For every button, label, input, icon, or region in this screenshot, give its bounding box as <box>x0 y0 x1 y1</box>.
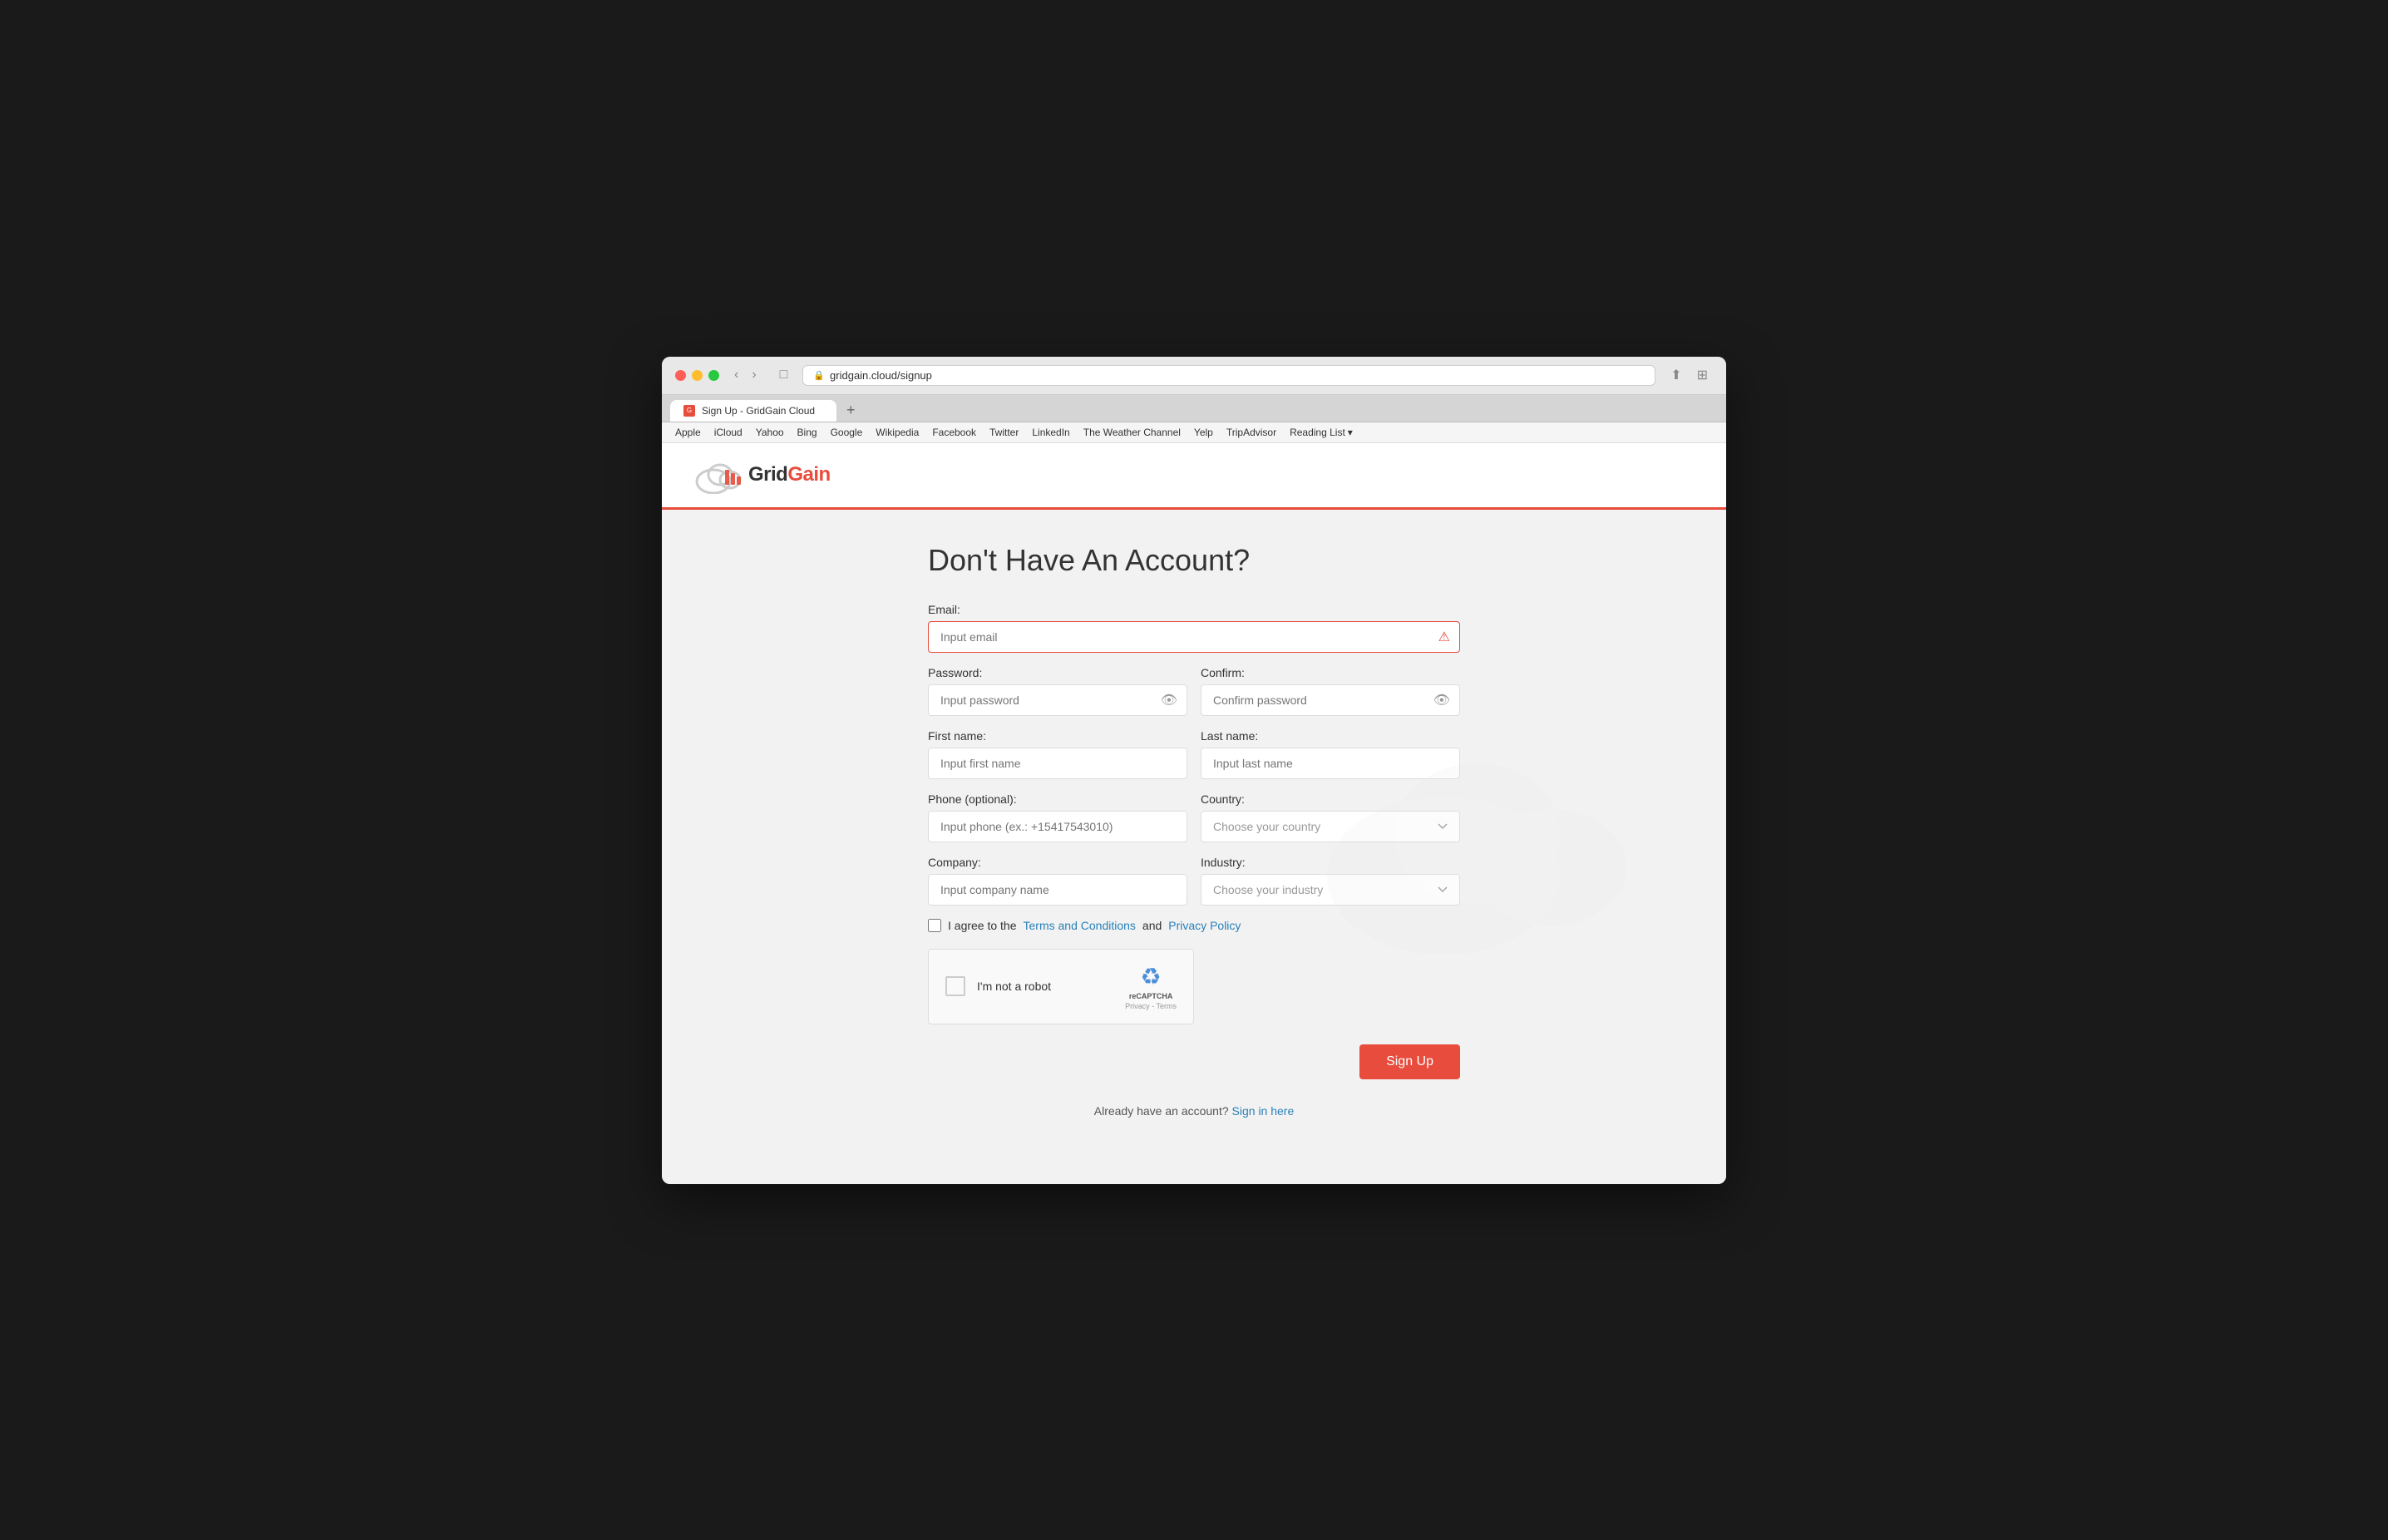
bookmarks-bar: Apple iCloud Yahoo Bing Google Wikipedia… <box>662 422 1726 443</box>
recaptcha-left: I'm not a robot <box>945 976 1051 996</box>
confirm-input-wrapper: 👁 <box>1201 684 1460 716</box>
share-button[interactable]: ⬆ <box>1665 365 1686 385</box>
traffic-lights <box>675 370 719 381</box>
firstname-col: First name: <box>928 729 1187 779</box>
bookmark-apple[interactable]: Apple <box>675 427 701 438</box>
confirm-input[interactable] <box>1201 684 1460 716</box>
terms-prefix-text: I agree to the <box>948 919 1017 932</box>
password-toggle-icon[interactable]: 👁 <box>1161 692 1177 708</box>
company-label: Company: <box>928 856 1187 869</box>
bookmark-google[interactable]: Google <box>831 427 863 438</box>
bookmark-yahoo[interactable]: Yahoo <box>756 427 784 438</box>
active-tab[interactable]: G Sign Up - GridGain Cloud <box>670 400 836 422</box>
add-tab-button[interactable]: + <box>840 402 862 419</box>
chevron-down-icon: ▾ <box>1348 427 1353 438</box>
company-input[interactable] <box>928 874 1187 906</box>
main-content: Don't Have An Account? Email: ⚠ Password… <box>911 543 1477 1151</box>
bookmark-weather[interactable]: The Weather Channel <box>1083 427 1181 438</box>
lock-icon: 🔒 <box>813 370 825 381</box>
phone-label: Phone (optional): <box>928 792 1187 806</box>
password-row: Password: 👁 Confirm: 👁 <box>928 666 1460 716</box>
terms-checkbox[interactable] <box>928 919 941 932</box>
terms-conditions-link[interactable]: Terms and Conditions <box>1024 919 1136 932</box>
signin-text: Already have an account? <box>1094 1104 1229 1118</box>
bookmark-yelp[interactable]: Yelp <box>1194 427 1213 438</box>
phone-country-row: Phone (optional): Country: Choose your c… <box>928 792 1460 842</box>
industry-select[interactable]: Choose your industry <box>1201 874 1460 906</box>
sign-up-button[interactable]: Sign Up <box>1359 1044 1460 1079</box>
logo: GridGain <box>695 457 1693 494</box>
recaptcha-label: I'm not a robot <box>977 980 1051 993</box>
email-input[interactable] <box>928 621 1460 653</box>
sidebar-button[interactable]: □ <box>775 366 793 384</box>
close-button[interactable] <box>675 370 686 381</box>
recaptcha-widget[interactable]: I'm not a robot ♻ reCAPTCHA Privacy - Te… <box>928 949 1194 1024</box>
recaptcha-icon: ♻ <box>1141 963 1162 990</box>
minimize-button[interactable] <box>692 370 703 381</box>
email-error-icon: ⚠ <box>1438 629 1450 645</box>
password-col: Password: 👁 <box>928 666 1187 716</box>
back-button[interactable]: ‹ <box>729 366 743 384</box>
forward-button[interactable]: › <box>747 366 761 384</box>
phone-input[interactable] <box>928 811 1187 842</box>
industry-col: Industry: Choose your industry <box>1201 856 1460 906</box>
recaptcha-brand-text: reCAPTCHA <box>1129 992 1173 1000</box>
company-industry-row: Company: Industry: Choose your industry <box>928 856 1460 906</box>
site-header: GridGain <box>662 443 1726 510</box>
email-label: Email: <box>928 603 1460 616</box>
bookmark-wikipedia[interactable]: Wikipedia <box>876 427 919 438</box>
tab-bar: G Sign Up - GridGain Cloud + <box>662 395 1726 422</box>
confirm-label: Confirm: <box>1201 666 1460 679</box>
country-select[interactable]: Choose your country <box>1201 811 1460 842</box>
recaptcha-logo: ♻ reCAPTCHA Privacy - Terms <box>1125 963 1177 1010</box>
firstname-label: First name: <box>928 729 1187 743</box>
industry-label: Industry: <box>1201 856 1460 869</box>
name-row: First name: Last name: <box>928 729 1460 779</box>
tab-title: Sign Up - GridGain Cloud <box>702 405 823 417</box>
privacy-policy-link[interactable]: Privacy Policy <box>1168 919 1241 932</box>
confirm-col: Confirm: 👁 <box>1201 666 1460 716</box>
signin-link[interactable]: Sign in here <box>1232 1104 1295 1118</box>
bookmark-twitter[interactable]: Twitter <box>989 427 1019 438</box>
submit-row: Sign Up <box>928 1044 1460 1079</box>
password-input-wrapper: 👁 <box>928 684 1187 716</box>
tab-favicon: G <box>683 405 695 417</box>
password-label: Password: <box>928 666 1187 679</box>
firstname-input[interactable] <box>928 748 1187 779</box>
password-input[interactable] <box>928 684 1187 716</box>
bookmark-linkedin[interactable]: LinkedIn <box>1032 427 1069 438</box>
maximize-button[interactable] <box>708 370 719 381</box>
bookmark-bing[interactable]: Bing <box>797 427 817 438</box>
lastname-col: Last name: <box>1201 729 1460 779</box>
email-group: Email: ⚠ <box>928 603 1460 653</box>
url-bar[interactable]: 🔒 gridgain.cloud/signup <box>802 365 1655 386</box>
url-text: gridgain.cloud/signup <box>830 369 932 382</box>
bookmark-icloud[interactable]: iCloud <box>714 427 743 438</box>
signin-row: Already have an account? Sign in here <box>928 1104 1460 1151</box>
bookmark-facebook[interactable]: Facebook <box>932 427 976 438</box>
confirm-toggle-icon[interactable]: 👁 <box>1433 692 1450 708</box>
lastname-input[interactable] <box>1201 748 1460 779</box>
page-title: Don't Have An Account? <box>928 543 1460 578</box>
country-col: Country: Choose your country <box>1201 792 1460 842</box>
bookmark-reading-list[interactable]: Reading List ▾ <box>1290 427 1353 438</box>
logo-cloud-icon <box>695 457 745 494</box>
country-label: Country: <box>1201 792 1460 806</box>
terms-row: I agree to the Terms and Conditions and … <box>928 919 1460 932</box>
recaptcha-checkbox[interactable] <box>945 976 965 996</box>
terms-middle-text: and <box>1142 919 1162 932</box>
title-bar: ‹ › □ 🔒 gridgain.cloud/signup ⬆ ⊞ <box>662 357 1726 395</box>
phone-col: Phone (optional): <box>928 792 1187 842</box>
company-col: Company: <box>928 856 1187 906</box>
page-content: GridGain Don't Have An Account? Email: <box>662 443 1726 1184</box>
new-tab-button[interactable]: ⊞ <box>1692 365 1713 385</box>
logo-text: GridGain <box>748 463 831 486</box>
bookmark-tripadvisor[interactable]: TripAdvisor <box>1226 427 1276 438</box>
lastname-label: Last name: <box>1201 729 1460 743</box>
email-input-wrapper: ⚠ <box>928 621 1460 653</box>
recaptcha-links-text: Privacy - Terms <box>1125 1002 1177 1010</box>
